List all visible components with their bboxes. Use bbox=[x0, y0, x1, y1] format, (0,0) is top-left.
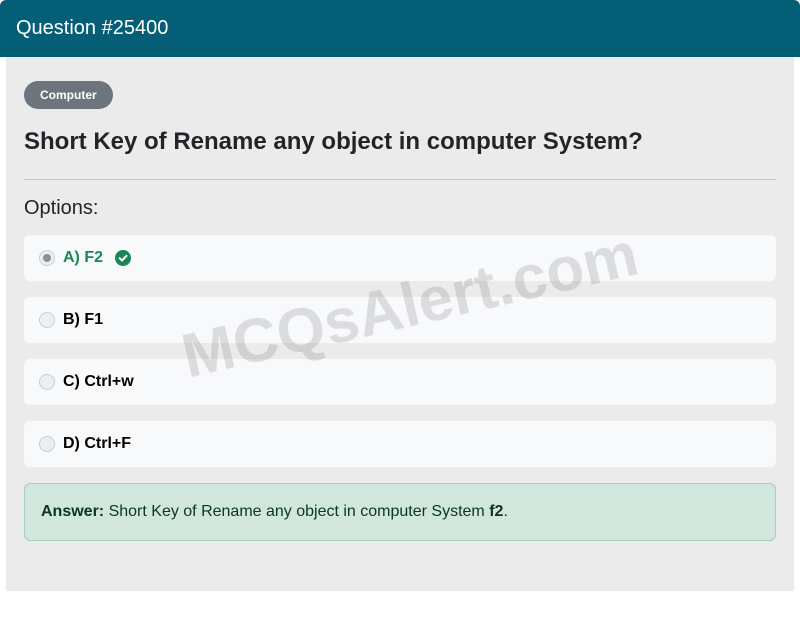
option-d-label: D) Ctrl+F bbox=[63, 435, 131, 452]
question-text: Short Key of Rename any object in comput… bbox=[24, 128, 643, 155]
answer-label: Answer: bbox=[41, 503, 105, 520]
option-d[interactable]: D) Ctrl+F bbox=[24, 421, 776, 467]
question-number-title: Question #25400 bbox=[16, 17, 169, 39]
answer-suffix: . bbox=[503, 503, 508, 520]
divider bbox=[24, 179, 776, 180]
option-c-radio[interactable] bbox=[39, 374, 55, 390]
option-c-label: C) Ctrl+w bbox=[63, 373, 134, 390]
option-b[interactable]: B) F1 bbox=[24, 297, 776, 343]
options-heading: Options: bbox=[24, 197, 99, 219]
check-circle-icon bbox=[115, 250, 131, 266]
option-b-radio[interactable] bbox=[39, 312, 55, 328]
category-badge[interactable]: Computer bbox=[24, 81, 113, 109]
answer-text: Short Key of Rename any object in comput… bbox=[108, 503, 485, 520]
option-c[interactable]: C) Ctrl+w bbox=[24, 359, 776, 405]
option-b-label: B) F1 bbox=[63, 311, 103, 328]
option-a-radio[interactable] bbox=[39, 250, 55, 266]
answer-box: Answer: Short Key of Rename any object i… bbox=[24, 483, 776, 541]
question-card: Question #25400 Computer Short Key of Re… bbox=[0, 0, 800, 591]
option-a-label: A) F2 bbox=[63, 249, 103, 266]
question-header: Question #25400 bbox=[0, 0, 800, 57]
option-a[interactable]: A) F2 bbox=[24, 235, 776, 281]
option-list: A) F2 B) F1 C) Ctrl+w D) Ctrl+F bbox=[24, 235, 776, 467]
option-d-radio[interactable] bbox=[39, 436, 55, 452]
question-body: Computer Short Key of Rename any object … bbox=[6, 57, 794, 591]
answer-value: f2 bbox=[489, 503, 504, 520]
